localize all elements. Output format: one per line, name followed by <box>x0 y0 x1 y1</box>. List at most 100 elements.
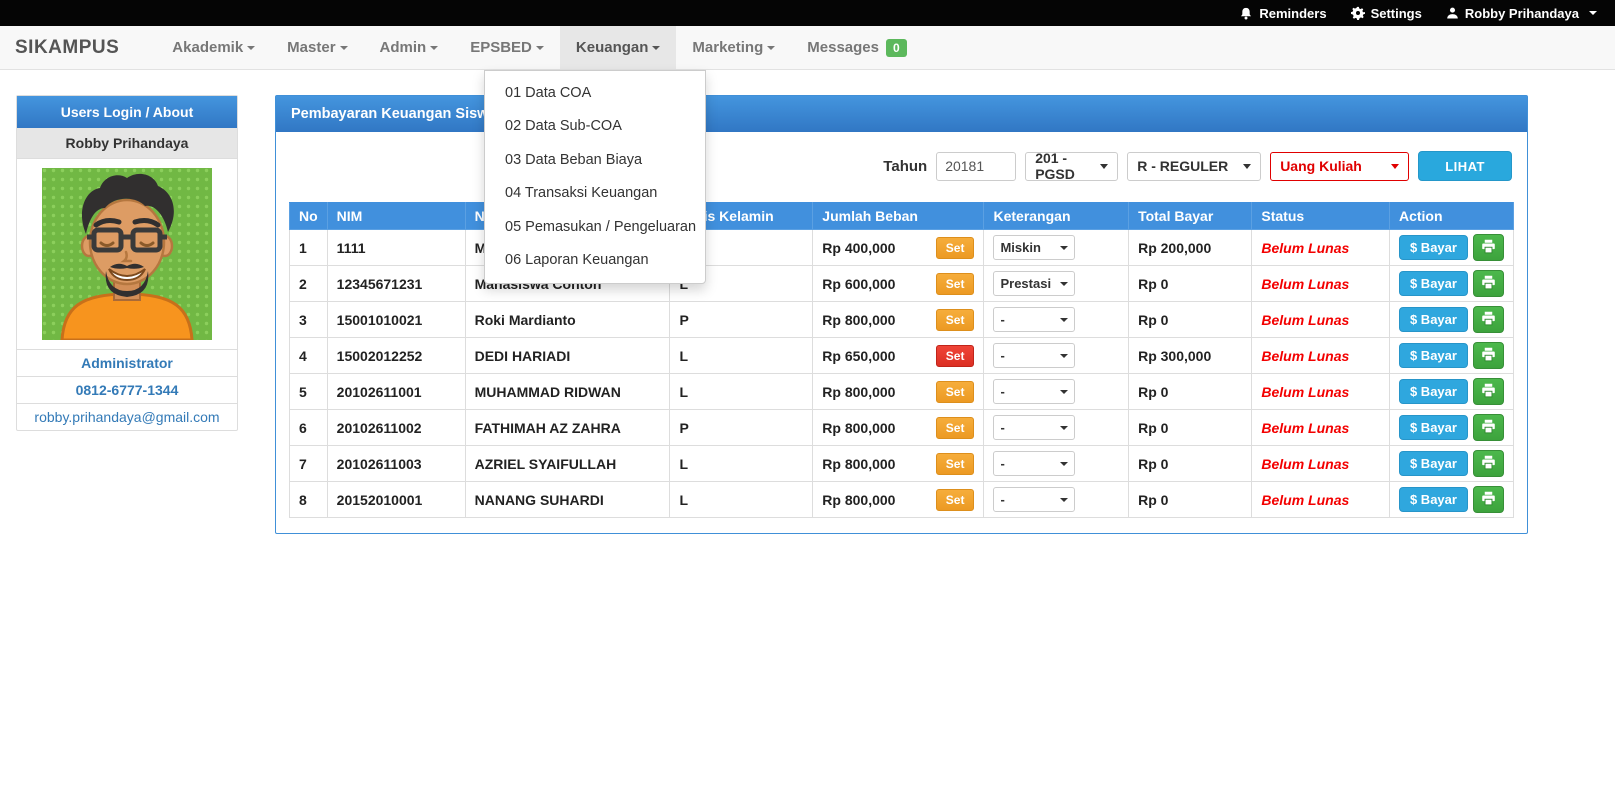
keterangan-select[interactable]: - <box>993 343 1075 368</box>
menu-item-pemasukan-pengeluaran[interactable]: 05 Pemasukan / Pengeluaran <box>485 211 705 244</box>
cell-total-bayar: Rp 0 <box>1129 482 1252 518</box>
cell-nim: 12345671231 <box>327 266 465 302</box>
set-button[interactable]: Set <box>936 489 975 511</box>
header-status: Status <box>1252 203 1390 230</box>
nav-item-keuangan[interactable]: Keuangan <box>560 26 677 69</box>
cell-no: 4 <box>290 338 328 374</box>
cell-no: 7 <box>290 446 328 482</box>
set-button[interactable]: Set <box>936 309 975 331</box>
print-button[interactable] <box>1473 342 1504 369</box>
avatar <box>17 159 237 350</box>
bayar-button[interactable]: $ Bayar <box>1399 271 1468 296</box>
caret-down-icon <box>1060 318 1068 322</box>
cell-nama: Roki Mardianto <box>465 302 670 338</box>
print-button[interactable] <box>1473 378 1504 405</box>
cell-nim: 20152010001 <box>327 482 465 518</box>
bayar-button[interactable]: $ Bayar <box>1399 307 1468 332</box>
table-row: 5 20102611001 MUHAMMAD RIDWAN L Rp 800,0… <box>290 374 1514 410</box>
settings-link[interactable]: Settings <box>1351 6 1422 21</box>
table-row: 7 20102611003 AZRIEL SYAIFULLAH L Rp 800… <box>290 446 1514 482</box>
menu-item-data-coa[interactable]: 01 Data COA <box>485 77 705 110</box>
menu-item-data-beban-biaya[interactable]: 03 Data Beban Biaya <box>485 144 705 177</box>
bayar-button[interactable]: $ Bayar <box>1399 379 1468 404</box>
set-button[interactable]: Set <box>936 381 975 403</box>
user-name-label: Robby Prihandaya <box>1465 6 1579 21</box>
set-button[interactable]: Set <box>936 273 975 295</box>
print-button[interactable] <box>1473 414 1504 441</box>
bayar-button[interactable]: $ Bayar <box>1399 415 1468 440</box>
printer-icon <box>1481 419 1496 437</box>
print-button[interactable] <box>1473 306 1504 333</box>
payment-type-select[interactable]: Uang Kuliah <box>1270 152 1409 181</box>
panel-body: Tahun 201 - PGSD R - REGULER Uang Kuliah… <box>276 132 1527 533</box>
set-button[interactable]: Set <box>936 345 975 367</box>
cell-status: Belum Lunas <box>1252 338 1390 374</box>
menu-item-transaksi-keuangan[interactable]: 04 Transaksi Keuangan <box>485 177 705 210</box>
keterangan-select[interactable]: Prestasi <box>993 271 1075 296</box>
menu-item-data-sub-coa[interactable]: 02 Data Sub-COA <box>485 110 705 143</box>
table-head: No NIM Nama Jenis Kelamin Jumlah Beban K… <box>290 203 1514 230</box>
nav-item-messages[interactable]: Messages0 <box>791 26 922 69</box>
sidebar-header: Users Login / About <box>17 96 237 128</box>
keterangan-select[interactable]: - <box>993 415 1075 440</box>
keterangan-select[interactable]: - <box>993 451 1075 476</box>
sidebar-email-link[interactable]: robby.prihandaya@gmail.com <box>17 404 237 430</box>
set-button[interactable]: Set <box>936 237 975 259</box>
keuangan-dropdown-menu: 01 Data COA 02 Data Sub-COA 03 Data Beba… <box>484 70 706 284</box>
cell-no: 6 <box>290 410 328 446</box>
cell-action: $ Bayar <box>1389 302 1513 338</box>
user-menu[interactable]: Robby Prihandaya <box>1446 6 1597 21</box>
cell-jumlah-beban: Rp 800,000 Set <box>813 482 984 518</box>
lihat-button[interactable]: LIHAT <box>1418 151 1512 181</box>
nav-item-akademik[interactable]: Akademik <box>156 26 271 69</box>
print-button[interactable] <box>1473 486 1504 513</box>
cell-jenis-kelamin: P <box>670 302 813 338</box>
bayar-button[interactable]: $ Bayar <box>1399 343 1468 368</box>
filter-row: Tahun 201 - PGSD R - REGULER Uang Kuliah… <box>291 151 1512 181</box>
cell-jenis-kelamin: P <box>670 410 813 446</box>
main-panel: Pembayaran Keuangan Siswa Tahun 201 - PG… <box>275 95 1528 534</box>
printer-icon <box>1481 491 1496 509</box>
caret-down-icon <box>340 46 348 50</box>
cell-total-bayar: Rp 0 <box>1129 302 1252 338</box>
brand-logo[interactable]: SIKAMPUS <box>0 26 134 69</box>
program-select[interactable]: 201 - PGSD <box>1025 152 1118 181</box>
status-badge: Belum Lunas <box>1261 276 1349 292</box>
cell-action: $ Bayar <box>1389 446 1513 482</box>
page: Reminders Settings Robby Prihandaya SIKA… <box>0 0 1615 789</box>
caret-down-icon <box>247 46 255 50</box>
caret-down-icon <box>1060 354 1068 358</box>
print-button[interactable] <box>1473 450 1504 477</box>
bayar-button[interactable]: $ Bayar <box>1399 235 1468 260</box>
keterangan-select[interactable]: - <box>993 487 1075 512</box>
cell-jumlah-beban: Rp 650,000 Set <box>813 338 984 374</box>
set-button[interactable]: Set <box>936 417 975 439</box>
nav-item-epsbed[interactable]: EPSBED <box>454 26 560 69</box>
table-row: 1 1111 Muhammad Arenio L Rp 400,000 Set … <box>290 230 1514 266</box>
nav-item-master[interactable]: Master <box>271 26 363 69</box>
cell-status: Belum Lunas <box>1252 482 1390 518</box>
reminders-link[interactable]: Reminders <box>1239 6 1326 21</box>
cell-jumlah-beban: Rp 800,000 Set <box>813 410 984 446</box>
set-button[interactable]: Set <box>936 453 975 475</box>
menu-item-laporan-keuangan[interactable]: 06 Laporan Keuangan <box>485 244 705 277</box>
keterangan-select[interactable]: Miskin <box>993 235 1075 260</box>
keterangan-select[interactable]: - <box>993 379 1075 404</box>
cell-no: 3 <box>290 302 328 338</box>
bayar-button[interactable]: $ Bayar <box>1399 487 1468 512</box>
keterangan-select[interactable]: - <box>993 307 1075 332</box>
topbar: Reminders Settings Robby Prihandaya <box>0 0 1615 26</box>
year-input[interactable] <box>936 152 1016 181</box>
bayar-button[interactable]: $ Bayar <box>1399 451 1468 476</box>
sidebar-role-link[interactable]: Administrator <box>17 350 237 377</box>
navbar: SIKAMPUS Akademik Master Admin EPSBED Ke… <box>0 26 1615 70</box>
sidebar-phone-link[interactable]: 0812-6777-1344 <box>17 377 237 404</box>
cell-action: $ Bayar <box>1389 410 1513 446</box>
nav-item-admin[interactable]: Admin <box>364 26 455 69</box>
caret-down-icon <box>1060 426 1068 430</box>
class-select[interactable]: R - REGULER <box>1127 152 1261 181</box>
nav-item-marketing[interactable]: Marketing <box>676 26 791 69</box>
print-button[interactable] <box>1473 234 1504 261</box>
print-button[interactable] <box>1473 270 1504 297</box>
caret-down-icon <box>1060 390 1068 394</box>
